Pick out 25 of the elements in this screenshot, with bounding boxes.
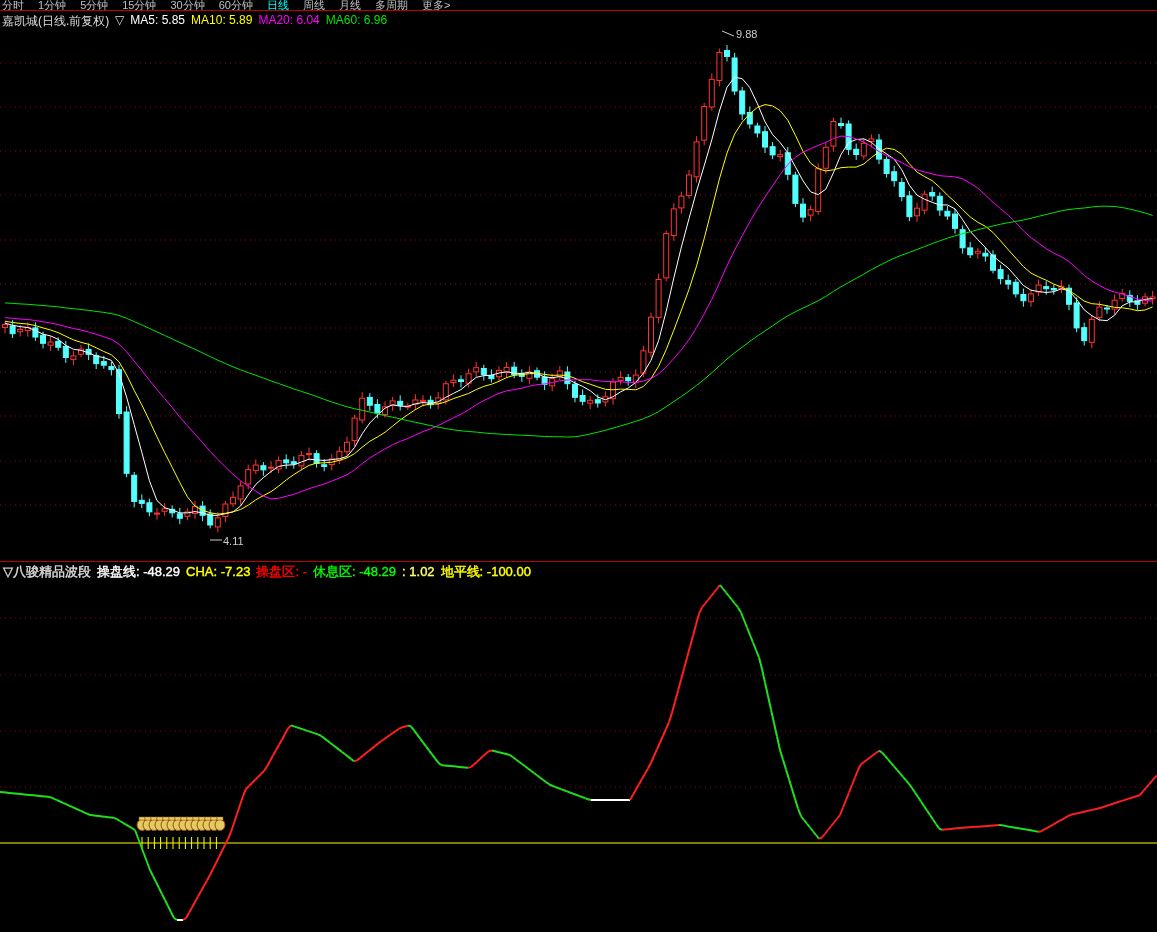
ma-legend: MA5: 5.85	[130, 13, 186, 30]
indicator-legend: 操盘区: -	[256, 562, 307, 581]
indicator-legend: CHA: -7.23	[186, 564, 251, 579]
period-tab[interactable]: 1分钟	[38, 0, 67, 10]
ma-legend: MA10: 5.89	[191, 13, 253, 30]
period-tab[interactable]: 月线	[339, 0, 361, 10]
ma-legend: MA20: 6.04	[258, 13, 320, 30]
indicator-legend: 操盘线: -48.29	[97, 562, 181, 581]
indicator-legend: 地平线: -100.00	[440, 562, 531, 581]
period-tab[interactable]: 60分钟	[218, 0, 253, 10]
indicator-legend: 休息区: -48.29	[312, 562, 397, 581]
stock-title: 嘉凯城(日线.前复权)	[2, 13, 110, 30]
period-tab[interactable]: 15分钟	[122, 0, 157, 10]
period-tab[interactable]: 日线	[267, 0, 289, 10]
toggle-button[interactable]: ▽	[115, 13, 125, 30]
period-tab[interactable]: 5分钟	[80, 0, 109, 10]
period-tab[interactable]: 30分钟	[170, 0, 205, 10]
period-tab[interactable]: 周线	[303, 0, 325, 10]
toggle-button[interactable]: ▽	[3, 564, 13, 579]
period-tab[interactable]: 多周期	[375, 0, 408, 10]
ma-legend: MA60: 6.96	[325, 13, 388, 30]
indicator-legend: : 1.02	[402, 564, 435, 579]
period-tab[interactable]: 更多>	[422, 0, 451, 10]
period-tab[interactable]: 分时	[2, 0, 24, 10]
indicator-title: 八骏精品波段	[13, 562, 91, 581]
